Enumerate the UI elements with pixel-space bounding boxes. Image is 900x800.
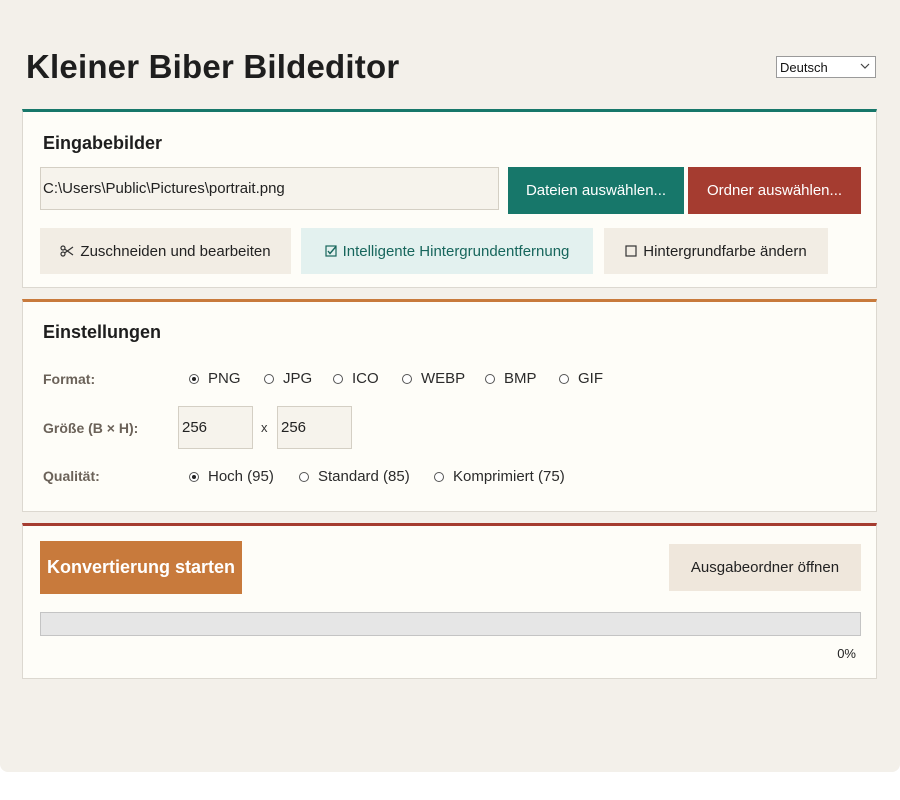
quality-option-label: Hoch (95) bbox=[208, 468, 274, 485]
quality-label: Qualität: bbox=[43, 468, 100, 484]
radio-dot bbox=[189, 373, 199, 384]
smart-bg-removal-label: Intelligente Hintergrundentfernung bbox=[342, 242, 570, 260]
quality-option-high[interactable]: Hoch (95) bbox=[189, 468, 274, 485]
file-path-input[interactable] bbox=[40, 167, 499, 210]
format-option-bmp[interactable]: BMP bbox=[485, 370, 537, 387]
action-panel: Konvertierung starten Ausgabeordner öffn… bbox=[22, 523, 877, 679]
smart-bg-removal-button[interactable]: Intelligente Hintergrundentfernung bbox=[301, 228, 593, 274]
settings-panel: Einstellungen Format: PNG JPG ICO WEBP B… bbox=[22, 299, 877, 512]
format-option-label: JPG bbox=[283, 370, 313, 387]
width-input[interactable] bbox=[178, 406, 253, 449]
app-window: Kleiner Biber Bildeditor Deutsch Eingabe… bbox=[0, 0, 900, 772]
radio-dot bbox=[189, 471, 199, 482]
input-panel: Eingabebilder Dateien auswählen... Ordne… bbox=[22, 109, 877, 288]
radio-dot bbox=[434, 471, 444, 482]
format-option-gif[interactable]: GIF bbox=[559, 370, 603, 387]
crop-edit-label: Zuschneiden und bearbeiten bbox=[80, 242, 271, 260]
format-option-jpg[interactable]: JPG bbox=[264, 370, 312, 387]
format-label: Format: bbox=[43, 371, 96, 387]
change-bg-color-label: Hintergrundfarbe ändern bbox=[643, 242, 807, 260]
height-input[interactable] bbox=[277, 406, 352, 449]
quality-option-label: Komprimiert (75) bbox=[453, 468, 565, 485]
quality-option-label: Standard (85) bbox=[318, 468, 410, 485]
format-option-webp[interactable]: WEBP bbox=[402, 370, 465, 387]
open-output-folder-button[interactable]: Ausgabeordner öffnen bbox=[669, 544, 861, 591]
progress-percent: 0% bbox=[837, 646, 856, 661]
change-bg-color-button[interactable]: Hintergrundfarbe ändern bbox=[604, 228, 828, 274]
scissors-icon bbox=[60, 244, 74, 258]
quality-option-compressed[interactable]: Komprimiert (75) bbox=[434, 468, 565, 485]
start-conversion-label: Konvertierung starten bbox=[46, 557, 236, 577]
progress-bar bbox=[40, 612, 861, 636]
radio-dot bbox=[402, 373, 412, 384]
radio-dot bbox=[485, 373, 495, 384]
format-option-label: GIF bbox=[578, 370, 603, 387]
language-selected-value: Deutsch bbox=[780, 59, 828, 75]
format-option-label: ICO bbox=[352, 370, 379, 387]
select-folder-label: Ordner auswählen... bbox=[706, 182, 843, 199]
checkbox-empty-icon bbox=[625, 245, 637, 257]
chevron-down-icon bbox=[860, 63, 870, 69]
app-title: Kleiner Biber Bildeditor bbox=[26, 48, 400, 85]
crop-edit-button[interactable]: Zuschneiden und bearbeiten bbox=[40, 228, 291, 274]
settings-panel-heading: Einstellungen bbox=[43, 322, 162, 342]
size-label: Größe (B × H): bbox=[43, 420, 139, 436]
radio-dot bbox=[559, 373, 569, 384]
radio-dot bbox=[333, 373, 343, 384]
select-files-label: Dateien auswählen... bbox=[525, 182, 667, 199]
format-option-png[interactable]: PNG bbox=[189, 370, 241, 387]
radio-dot bbox=[299, 471, 309, 482]
quality-option-standard[interactable]: Standard (85) bbox=[299, 468, 410, 485]
radio-dot bbox=[264, 373, 274, 384]
format-option-label: PNG bbox=[208, 370, 241, 387]
language-select[interactable]: Deutsch bbox=[776, 56, 876, 78]
format-option-label: WEBP bbox=[421, 370, 466, 387]
format-option-label: BMP bbox=[504, 370, 537, 387]
open-output-folder-label: Ausgabeordner öffnen bbox=[690, 559, 840, 576]
start-conversion-button[interactable]: Konvertierung starten bbox=[40, 541, 242, 594]
input-panel-heading: Eingabebilder bbox=[43, 133, 163, 153]
format-option-ico[interactable]: ICO bbox=[333, 370, 379, 387]
checkbox-checked-icon bbox=[324, 245, 337, 257]
select-folder-button[interactable]: Ordner auswählen... bbox=[688, 167, 861, 214]
size-separator: x bbox=[261, 420, 268, 435]
select-files-button[interactable]: Dateien auswählen... bbox=[508, 167, 684, 214]
